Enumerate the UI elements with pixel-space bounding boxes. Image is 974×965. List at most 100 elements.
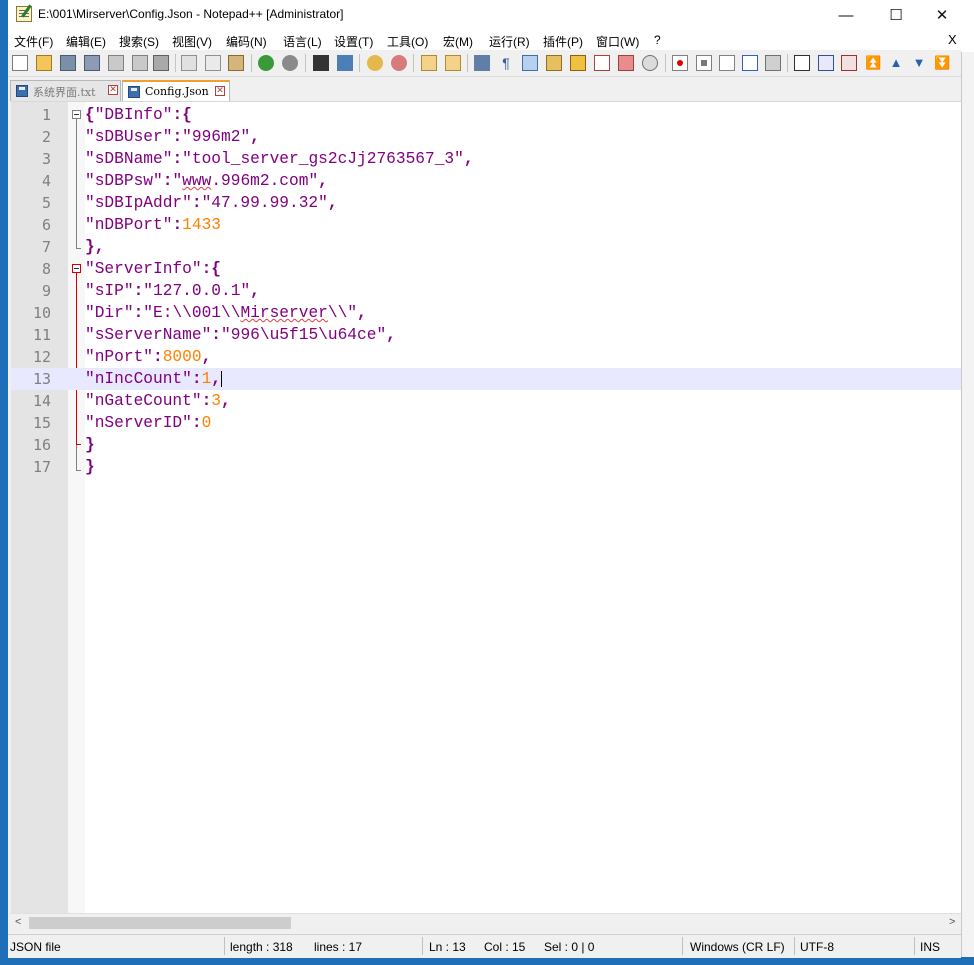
close-window-button[interactable]: ✕: [919, 0, 965, 30]
code-line[interactable]: 9 "sIP":"127.0.0.1",: [11, 280, 961, 302]
print-icon[interactable]: [153, 55, 169, 71]
status-bar: JSON file length : 318 lines : 17 Ln : 1…: [8, 934, 961, 958]
code-line[interactable]: 16 }: [11, 434, 961, 456]
toolbar-separator: [175, 54, 176, 72]
play-macro-icon[interactable]: [719, 55, 735, 71]
code-line[interactable]: 10 "Dir":"E:\\001\\Mirserver\\",: [11, 302, 961, 324]
line-number: 3: [41, 150, 51, 168]
code-line[interactable]: 2 "sDBUser":"996m2",: [11, 126, 961, 148]
menu-search[interactable]: 搜索(S): [119, 33, 159, 50]
new-file-icon[interactable]: [12, 55, 28, 71]
line-number: 2: [41, 128, 51, 146]
plugin-icon-6[interactable]: ▼: [911, 55, 927, 71]
find-icon[interactable]: [313, 55, 329, 71]
sync-horizontal-icon[interactable]: [445, 55, 461, 71]
zoom-out-icon[interactable]: [391, 55, 407, 71]
code-line[interactable]: 15 "nServerID":0: [11, 412, 961, 434]
code-line[interactable]: 1 {"DBInfo":{: [11, 104, 961, 126]
horizontal-scrollbar[interactable]: < >: [11, 913, 961, 932]
scroll-left-arrow-icon[interactable]: <: [15, 916, 21, 928]
menu-plugins[interactable]: 插件(P): [543, 33, 583, 50]
code-line[interactable]: 11 "sServerName":"996\u5f15\u64ce",: [11, 324, 961, 346]
minimize-button[interactable]: —: [823, 0, 869, 30]
copy-icon[interactable]: [205, 55, 221, 71]
replace-icon[interactable]: [337, 55, 353, 71]
scroll-right-arrow-icon[interactable]: >: [949, 916, 955, 928]
save-macro-icon[interactable]: [765, 55, 781, 71]
paste-icon[interactable]: [228, 55, 244, 71]
code-line[interactable]: 14 "nGateCount":3,: [11, 390, 961, 412]
tab-close-icon[interactable]: ✕: [215, 86, 225, 96]
code-line[interactable]: 7 },: [11, 236, 961, 258]
code-line[interactable]: 8 "ServerInfo":{: [11, 258, 961, 280]
stop-record-icon[interactable]: [696, 55, 712, 71]
folder-workspace-icon[interactable]: [618, 55, 634, 71]
menu-tools[interactable]: 工具(O): [387, 33, 428, 50]
plugin-icon-4[interactable]: ⏫: [865, 55, 881, 71]
scrollbar-thumb[interactable]: [29, 917, 291, 929]
code-text: "nGateCount":3,: [85, 392, 231, 410]
line-number: 8: [41, 260, 51, 278]
menu-settings[interactable]: 设置(T): [334, 33, 373, 50]
status-separator: [794, 937, 795, 955]
save-icon[interactable]: [60, 55, 76, 71]
code-text: "nPort":8000,: [85, 348, 212, 366]
undo-icon[interactable]: [258, 55, 274, 71]
sync-vertical-icon[interactable]: [421, 55, 437, 71]
plugin-icon-3[interactable]: [841, 55, 857, 71]
notepad-plus-plus-app-icon[interactable]: [16, 6, 32, 22]
user-language-icon[interactable]: [546, 55, 562, 71]
tab-close-icon[interactable]: ✕: [108, 85, 118, 95]
save-all-icon[interactable]: [84, 55, 100, 71]
show-all-chars-icon[interactable]: ¶: [498, 55, 514, 71]
status-file-type: JSON file: [10, 940, 61, 954]
monitoring-icon[interactable]: [642, 55, 658, 71]
code-line[interactable]: 6 "nDBPort":1433: [11, 214, 961, 236]
record-macro-icon[interactable]: [672, 55, 688, 71]
word-wrap-icon[interactable]: [474, 55, 490, 71]
menu-macro[interactable]: 宏(M): [443, 33, 473, 50]
status-lines: lines : 17: [314, 940, 363, 954]
cut-icon[interactable]: [181, 55, 197, 71]
code-line[interactable]: 17 }: [11, 456, 961, 478]
tab-system-interface-txt[interactable]: 系统界面.txt ✕: [10, 80, 121, 101]
menu-language[interactable]: 语言(L): [283, 33, 322, 50]
toolbar-separator: [787, 54, 788, 72]
open-file-icon[interactable]: [36, 55, 52, 71]
title-bar[interactable]: E:\001\Mirserver\Config.Json - Notepad++…: [8, 0, 961, 30]
plugin-icon-1[interactable]: [794, 55, 810, 71]
close-document-button[interactable]: X: [948, 32, 957, 47]
toolbar-separator: [467, 54, 468, 72]
menu-encoding[interactable]: 编码(N): [226, 33, 267, 50]
menu-window[interactable]: 窗口(W): [596, 33, 639, 50]
document-map-icon[interactable]: [570, 55, 586, 71]
code-line-current[interactable]: 13 "nIncCount":1,: [11, 368, 961, 390]
line-number: 7: [41, 238, 51, 256]
close-all-icon[interactable]: [132, 55, 148, 71]
code-line[interactable]: 3 "sDBName":"tool_server_gs2cJj2763567_3…: [11, 148, 961, 170]
code-line[interactable]: 4 "sDBPsw":"www.996m2.com",: [11, 170, 961, 192]
tab-config-json[interactable]: Config.Json ✕: [122, 80, 230, 101]
line-number: 4: [41, 172, 51, 190]
function-list-icon[interactable]: [594, 55, 610, 71]
menu-view[interactable]: 视图(V): [172, 33, 212, 50]
notepad-plus-plus-window: E:\001\Mirserver\Config.Json - Notepad++…: [8, 0, 961, 958]
plugin-icon-2[interactable]: [818, 55, 834, 71]
indent-guide-icon[interactable]: [522, 55, 538, 71]
run-macro-multiple-icon[interactable]: [742, 55, 758, 71]
code-line[interactable]: 12 "nPort":8000,: [11, 346, 961, 368]
menu-help[interactable]: ?: [654, 33, 661, 47]
code-text: "sDBUser":"996m2",: [85, 128, 260, 146]
plugin-icon-7[interactable]: ⏬: [934, 55, 950, 71]
maximize-button[interactable]: ☐: [873, 0, 919, 30]
redo-icon[interactable]: [282, 55, 298, 71]
menu-edit[interactable]: 编辑(E): [66, 33, 106, 50]
editor-pane[interactable]: 1 {"DBInfo":{ 2 "sDBUser":"996m2", 3 "sD…: [11, 101, 961, 914]
menu-file[interactable]: 文件(F): [14, 33, 53, 50]
close-icon[interactable]: [108, 55, 124, 71]
zoom-in-icon[interactable]: [367, 55, 383, 71]
line-number: 12: [32, 348, 51, 366]
plugin-icon-5[interactable]: ▲: [888, 55, 904, 71]
code-line[interactable]: 5 "sDBIpAddr":"47.99.99.32",: [11, 192, 961, 214]
menu-run[interactable]: 运行(R): [489, 33, 530, 50]
